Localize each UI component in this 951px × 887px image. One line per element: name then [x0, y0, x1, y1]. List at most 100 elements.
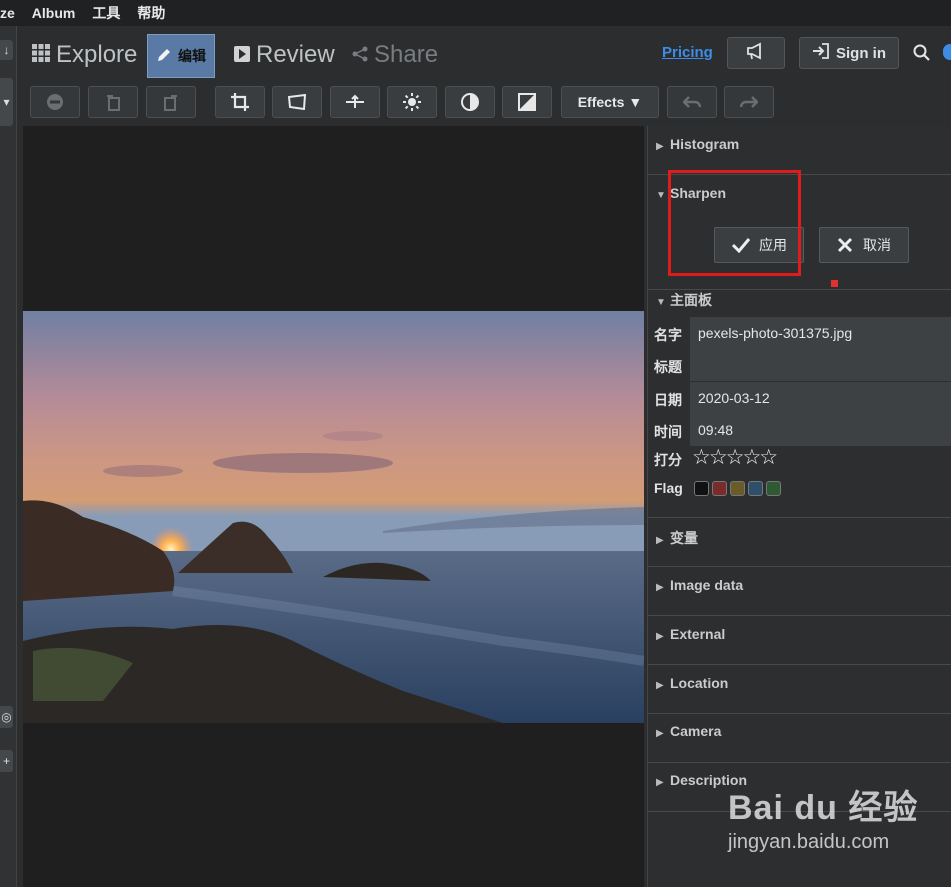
tab-share-label: Share: [374, 41, 439, 68]
sign-in-icon: [812, 43, 830, 63]
grid-icon: [32, 41, 50, 69]
settings-icon[interactable]: ◎: [0, 706, 13, 728]
dropdown-toggle[interactable]: ▾: [0, 78, 13, 126]
rotate-right-button[interactable]: [146, 86, 196, 118]
sign-in-button[interactable]: Sign in: [799, 37, 899, 69]
section-variables[interactable]: ▶ 变量: [648, 518, 951, 567]
tab-explore[interactable]: Explore: [32, 34, 137, 76]
undo-icon: [683, 96, 701, 108]
menu-item-tools[interactable]: 工具: [92, 3, 120, 23]
tab-review[interactable]: Review: [234, 34, 335, 76]
exposure-icon: [518, 93, 536, 111]
rating-label: 打分: [654, 452, 682, 468]
adjust-button[interactable]: [387, 86, 437, 118]
flag-swatch-red[interactable]: [712, 481, 727, 496]
title-label: 标题: [654, 359, 682, 375]
tab-explore-label: Explore: [56, 41, 138, 68]
close-icon: [837, 237, 853, 253]
image-canvas[interactable]: [23, 126, 644, 887]
level-icon: [346, 94, 364, 108]
pricing-link[interactable]: Pricing: [662, 44, 713, 61]
flag-swatch-green[interactable]: [766, 481, 781, 496]
name-field[interactable]: pexels-photo-301375.jpg: [690, 317, 951, 349]
caret-down-icon: ▼: [628, 94, 643, 110]
meta-row-title: 标题: [648, 349, 951, 381]
flag-label: Flag: [654, 480, 683, 496]
triangle-right-icon: ▶: [656, 680, 664, 691]
section-camera[interactable]: ▶ Camera: [648, 714, 951, 763]
section-location[interactable]: ▶ Location: [648, 665, 951, 714]
tab-edit[interactable]: 编辑: [147, 34, 215, 78]
main-panel-header[interactable]: ▼ 主面板: [656, 290, 712, 310]
tab-edit-label: 编辑: [178, 48, 206, 64]
flag-swatches: [694, 481, 784, 501]
section-main-panel: ▼ 主面板 名字 pexels-photo-301375.jpg 标题 日期 20…: [648, 280, 951, 518]
triangle-right-icon: ▶: [656, 141, 664, 152]
title-field[interactable]: [690, 349, 951, 381]
sign-in-label: Sign in: [836, 44, 886, 62]
perspective-button[interactable]: [272, 86, 322, 118]
contrast-icon: [461, 93, 479, 111]
date-field[interactable]: 2020-03-12: [690, 382, 951, 414]
left-sidebar-collapsed: ↓ ▾ ◎ +: [0, 26, 17, 887]
external-label: External: [670, 626, 726, 642]
menu-item-ze[interactable]: ze: [0, 5, 15, 21]
triangle-right-icon: ▶: [656, 582, 664, 593]
minus-circle-icon: [47, 94, 63, 110]
cancel-button[interactable]: 取消: [819, 227, 909, 263]
name-label: 名字: [654, 327, 682, 343]
rotate-left-icon: [107, 95, 120, 111]
variables-label: 变量: [670, 530, 698, 546]
redo-icon: [740, 96, 758, 108]
tab-share[interactable]: Share: [352, 34, 438, 76]
image-data-label: Image data: [670, 577, 744, 593]
histogram-label: Histogram: [670, 136, 740, 152]
watermark-url: jingyan.baidu.com: [728, 831, 890, 853]
time-field[interactable]: 09:48: [690, 414, 951, 446]
play-icon: [234, 41, 250, 69]
contrast-button[interactable]: [445, 86, 495, 118]
rotate-right-icon: [164, 95, 177, 111]
edit-toolbar: Effects ▼: [16, 78, 659, 124]
location-label: Location: [670, 675, 729, 691]
share-icon: [352, 41, 368, 69]
triangle-right-icon: ▶: [656, 631, 664, 642]
user-avatar-icon[interactable]: [943, 44, 951, 60]
add-icon[interactable]: +: [0, 750, 13, 772]
download-icon[interactable]: ↓: [0, 40, 13, 60]
menu-item-album[interactable]: Album: [32, 5, 76, 21]
announcement-button[interactable]: [727, 37, 785, 69]
rating-stars[interactable]: ☆☆☆☆☆: [692, 445, 778, 470]
remove-button[interactable]: [30, 86, 80, 118]
triangle-right-icon: ▶: [656, 777, 664, 788]
flag-swatch-yellow[interactable]: [730, 481, 745, 496]
watermark: Bai du 经验 jingyan.baidu.com: [728, 780, 918, 854]
highlight-box: [668, 170, 801, 276]
tab-review-label: Review: [256, 41, 335, 68]
section-histogram[interactable]: ▶ Histogram: [648, 126, 951, 175]
menu-item-help[interactable]: 帮助: [137, 3, 165, 23]
photo-sunset-seascape: [23, 311, 644, 723]
redo-button[interactable]: [724, 86, 774, 118]
menu-bar: ze Album 工具 帮助: [0, 0, 951, 26]
pencil-icon: [156, 47, 172, 66]
date-label: 日期: [654, 392, 682, 408]
section-external[interactable]: ▶ External: [648, 616, 951, 665]
effects-dropdown[interactable]: Effects ▼: [561, 86, 659, 118]
sun-icon: [403, 93, 421, 111]
triangle-right-icon: ▶: [656, 728, 664, 739]
section-image-data[interactable]: ▶ Image data: [648, 567, 951, 616]
flag-swatch-black[interactable]: [694, 481, 709, 496]
exposure-button[interactable]: [502, 86, 552, 118]
crop-button[interactable]: [215, 86, 265, 118]
flag-swatch-blue[interactable]: [748, 481, 763, 496]
undo-button[interactable]: [667, 86, 717, 118]
rotate-left-button[interactable]: [88, 86, 138, 118]
meta-row-rating: 打分 ☆☆☆☆☆: [648, 446, 951, 474]
camera-label: Camera: [670, 723, 722, 739]
marker-dot: [831, 280, 838, 287]
straighten-button[interactable]: [330, 86, 380, 118]
search-icon[interactable]: [913, 44, 930, 66]
effects-label: Effects: [577, 94, 625, 110]
cancel-label: 取消: [863, 237, 891, 253]
